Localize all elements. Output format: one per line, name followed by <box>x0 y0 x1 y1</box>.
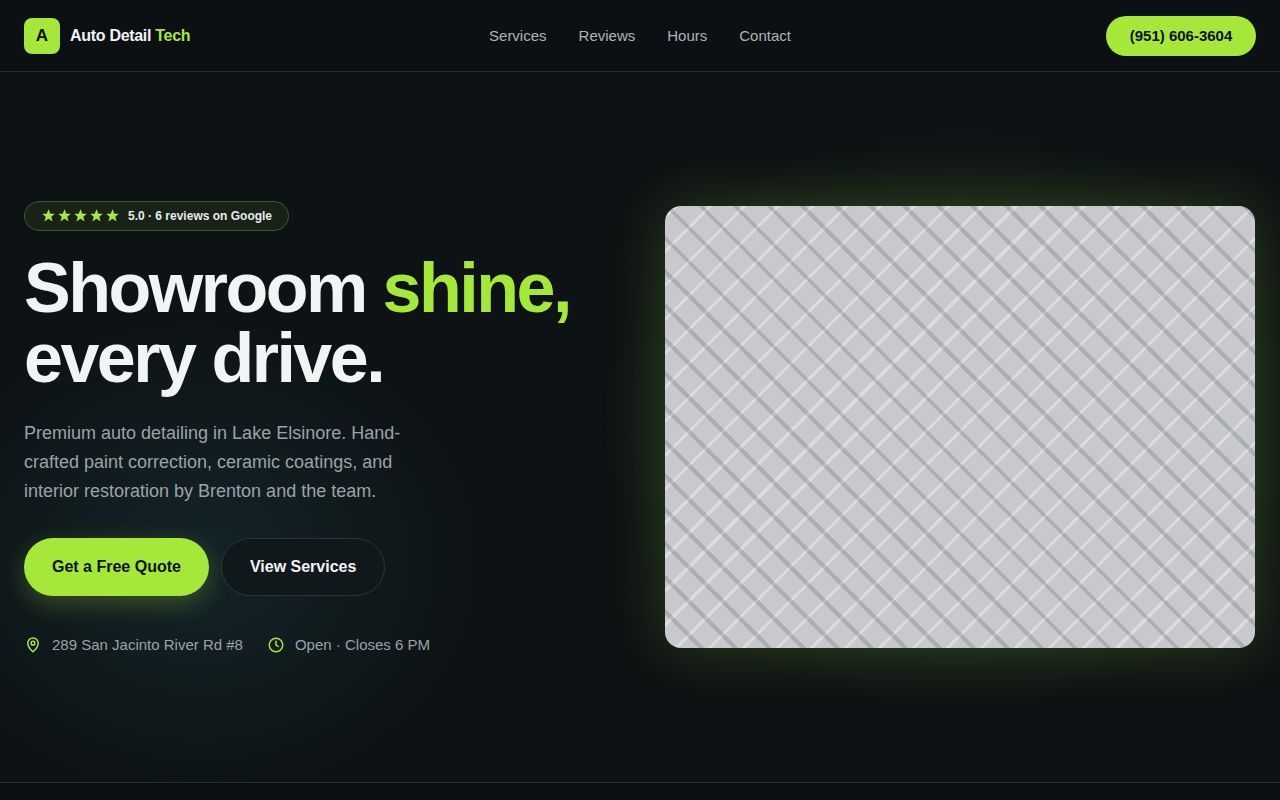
location-pin-icon <box>24 636 42 654</box>
hero: 5.0 · 6 reviews on Google Showroom shine,… <box>0 72 1280 782</box>
phone-button[interactable]: (951) 606-3604 <box>1106 16 1256 56</box>
logo-name: Auto Detail Tech <box>70 27 190 45</box>
nav-link[interactable]: Hours <box>667 27 707 44</box>
star-icon <box>105 208 120 223</box>
headline-accent: shine, <box>383 249 570 327</box>
hero-content: 5.0 · 6 reviews on Google Showroom shine,… <box>24 201 625 654</box>
star-icon <box>89 208 104 223</box>
headline-line: Showroom shine, <box>24 253 570 323</box>
logo-mark: A <box>24 18 60 54</box>
header: A Auto Detail Tech Services Reviews Hours Con… <box>0 0 1280 72</box>
info-item: Open · Closes 6 PM <box>267 636 430 654</box>
cta-button[interactable]: Get a Free Quote <box>24 538 209 596</box>
section-divider <box>0 782 1280 800</box>
stars <box>41 208 120 223</box>
headline-line: every drive. <box>24 323 570 393</box>
info-item: 289 San Jacinto River Rd #8 <box>24 636 243 654</box>
logo-accent: Tech <box>155 27 190 44</box>
hero-photo <box>665 206 1255 648</box>
nav-link[interactable]: Services <box>489 27 547 44</box>
button-row: Get a Free QuoteView Services <box>24 538 385 596</box>
cta-button[interactable]: View Services <box>221 538 385 596</box>
info-row: 289 San Jacinto River Rd #8 Open · Closes… <box>24 636 430 654</box>
star-icon <box>57 208 72 223</box>
info-text: Open · Closes 6 PM <box>295 636 430 653</box>
clock-icon <box>267 636 285 654</box>
star-icon <box>73 208 88 223</box>
description: Premium auto detailing in Lake Elsinore.… <box>24 419 434 506</box>
page: A Auto Detail Tech Services Reviews Hours Con… <box>0 0 1280 800</box>
nav: Services Reviews Hours Contact <box>489 27 791 44</box>
info-text: 289 San Jacinto River Rd #8 <box>52 636 243 653</box>
logo[interactable]: A Auto Detail Tech <box>24 18 284 54</box>
star-icon <box>41 208 56 223</box>
rating-badge: 5.0 · 6 reviews on Google <box>24 201 289 231</box>
nav-link[interactable]: Reviews <box>579 27 636 44</box>
headline: Showroom shine,every drive. <box>24 253 570 393</box>
nav-link[interactable]: Contact <box>739 27 791 44</box>
rating-text: 5.0 · 6 reviews on Google <box>128 209 272 223</box>
